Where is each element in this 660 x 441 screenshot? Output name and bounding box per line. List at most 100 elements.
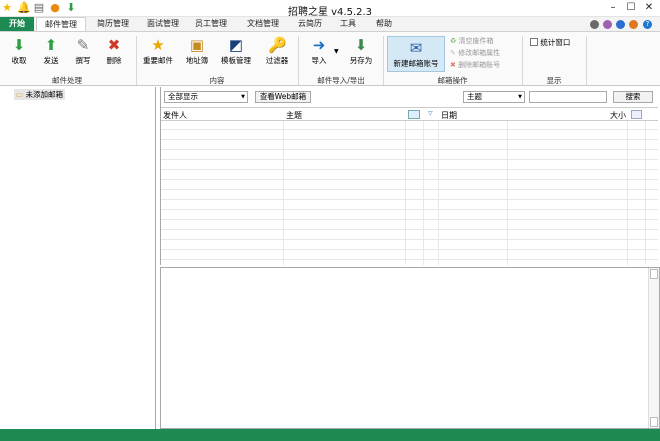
tab-interview-management[interactable]: 面试管理 — [140, 17, 186, 31]
address-book-button[interactable]: ▣ 地址簿 — [182, 34, 212, 74]
tab-document-management[interactable]: 文档管理 — [240, 17, 286, 31]
column-divider — [283, 121, 284, 265]
table-row[interactable] — [161, 171, 658, 180]
maximize-icon[interactable]: ☐ — [622, 1, 640, 15]
mail-table-body — [161, 121, 658, 265]
help-icon[interactable]: ? — [643, 20, 652, 29]
chevron-down-icon: ▼ — [241, 94, 245, 100]
divider — [522, 36, 523, 85]
tab-tools[interactable]: 工具 — [334, 17, 362, 31]
tree-item-root[interactable]: ▭ 未添加邮箱 — [14, 89, 65, 100]
settings-icon[interactable] — [629, 20, 638, 29]
compose-button[interactable]: ✎ 撰写 — [70, 34, 96, 74]
filter-icon: 🔑 — [268, 36, 287, 54]
table-row[interactable] — [161, 251, 658, 260]
scroll-up-button[interactable] — [650, 269, 658, 279]
divider — [586, 36, 587, 85]
chevron-down-icon: ▼ — [518, 94, 522, 100]
title-bar: ★ 🔔 ▤ ● ⬇ 招聘之星 v4.5.2.3 – ☐ ✕ — [0, 0, 660, 18]
column-header-sender[interactable]: 发件人 — [163, 110, 187, 121]
table-row[interactable] — [161, 141, 658, 150]
group-display: 显示 — [546, 76, 562, 85]
column-header-size[interactable]: 大小 — [610, 110, 626, 121]
app-title: 招聘之星 v4.5.2.3 — [287, 7, 373, 18]
mailbox-tree: ▭ 未添加邮箱 — [0, 87, 156, 429]
ribbon-tabs: 开始 邮件管理 简历管理 面试管理 员工管理 文档管理 云简历 工具 帮助 ? — [0, 17, 660, 31]
view-web-mail-button[interactable]: 查看Web邮箱 — [255, 91, 311, 103]
divider — [383, 36, 384, 85]
info-icon[interactable] — [616, 20, 625, 29]
delete-account-button[interactable]: ✖ 删除邮箱账号 — [450, 60, 500, 71]
column-divider — [423, 121, 424, 265]
search-button[interactable]: 搜索 — [613, 91, 653, 103]
receive-icon: ⬇ — [12, 36, 26, 54]
delete-icon: ✖ — [450, 61, 456, 69]
new-account-button[interactable]: ✉ 新建邮箱账号 — [387, 36, 445, 72]
clear-trash-button[interactable]: ♻ 清空废件箱 — [450, 36, 494, 47]
stats-window-checkbox[interactable] — [530, 38, 538, 46]
tab-start[interactable]: 开始 — [0, 17, 34, 31]
table-row[interactable] — [161, 221, 658, 230]
view-filter-select[interactable]: 全部显示 ▼ — [164, 91, 248, 103]
template-management-button[interactable]: ◩ 模板管理 — [218, 34, 254, 74]
table-row[interactable] — [161, 241, 658, 250]
compose-icon: ✎ — [76, 36, 90, 54]
tab-help[interactable]: 帮助 — [370, 17, 398, 31]
send-button[interactable]: ⬆ 发送 — [38, 34, 64, 74]
table-row[interactable] — [161, 201, 658, 210]
receive-button[interactable]: ⬇ 收取 — [6, 34, 32, 74]
delete-icon: ✖ — [107, 36, 121, 54]
mail-preview-pane — [160, 267, 660, 429]
table-row[interactable] — [161, 131, 658, 140]
tab-resume-management[interactable]: 简历管理 — [90, 17, 136, 31]
column-divider — [438, 121, 439, 265]
tab-mail-management[interactable]: 邮件管理 — [36, 17, 86, 31]
delete-button[interactable]: ✖ 删除 — [101, 34, 127, 74]
important-mail-icon: ★ — [151, 36, 165, 54]
table-row[interactable] — [161, 181, 658, 190]
search-field-select[interactable]: 主题 ▼ — [463, 91, 525, 103]
table-row[interactable] — [161, 121, 658, 130]
save-as-icon: ⬇ — [354, 36, 368, 54]
group-mail-handling: 邮件处理 — [52, 76, 82, 85]
table-row[interactable] — [161, 231, 658, 240]
import-icon: ➜ — [312, 36, 326, 54]
status-bar — [0, 429, 660, 441]
skin-icon[interactable] — [590, 20, 599, 29]
scroll-down-button[interactable] — [650, 417, 658, 427]
filter-button[interactable]: 🔑 过滤器 — [262, 34, 292, 74]
mail-list-panel: 全部显示 ▼ 查看Web邮箱 主题 ▼ 搜索 发件人 主题 ▽ 日期 大小 — [160, 87, 660, 265]
table-row[interactable] — [161, 161, 658, 170]
important-mail-button[interactable]: ★ 重要邮件 — [140, 34, 176, 74]
save-as-button[interactable]: ⬇ 另存为 — [346, 34, 376, 74]
preview-scrollbar[interactable] — [648, 268, 659, 428]
attachment-icon — [631, 110, 642, 119]
column-header-date[interactable]: 日期 — [441, 110, 457, 121]
sort-down-icon[interactable]: ▽ — [428, 110, 433, 117]
column-divider — [627, 121, 628, 265]
column-divider — [405, 121, 406, 265]
table-row[interactable] — [161, 191, 658, 200]
theme-icon[interactable] — [603, 20, 612, 29]
group-import-export: 邮件导入/导出 — [317, 76, 365, 85]
pencil-icon: ✎ — [450, 49, 456, 57]
import-button[interactable]: ➜ 导入 — [306, 34, 332, 74]
column-header-subject[interactable]: 主题 — [286, 110, 302, 121]
stats-window-toggle[interactable]: 统计窗口 — [530, 37, 570, 48]
group-mailbox-operations: 邮箱操作 — [437, 76, 468, 85]
chevron-down-icon[interactable]: ▼ — [334, 48, 339, 55]
table-row[interactable] — [161, 211, 658, 220]
close-icon[interactable]: ✕ — [640, 1, 658, 15]
send-icon: ⬆ — [44, 36, 58, 54]
column-divider — [507, 121, 508, 265]
minimize-icon[interactable]: – — [604, 1, 622, 15]
column-divider — [645, 121, 646, 265]
divider — [136, 36, 137, 85]
table-row[interactable] — [161, 151, 658, 160]
tab-cloud-resume[interactable]: 云简历 — [292, 17, 328, 31]
search-input[interactable] — [529, 91, 607, 103]
ribbon: ⬇ 收取 ⬆ 发送 ✎ 撰写 ✖ 删除 邮件处理 ★ 重要邮件 ▣ 地址簿 ◩ … — [0, 31, 660, 86]
modify-properties-button[interactable]: ✎ 修改邮箱属性 — [450, 48, 500, 59]
group-content: 内容 — [209, 76, 225, 85]
tab-employee-management[interactable]: 员工管理 — [188, 17, 234, 31]
